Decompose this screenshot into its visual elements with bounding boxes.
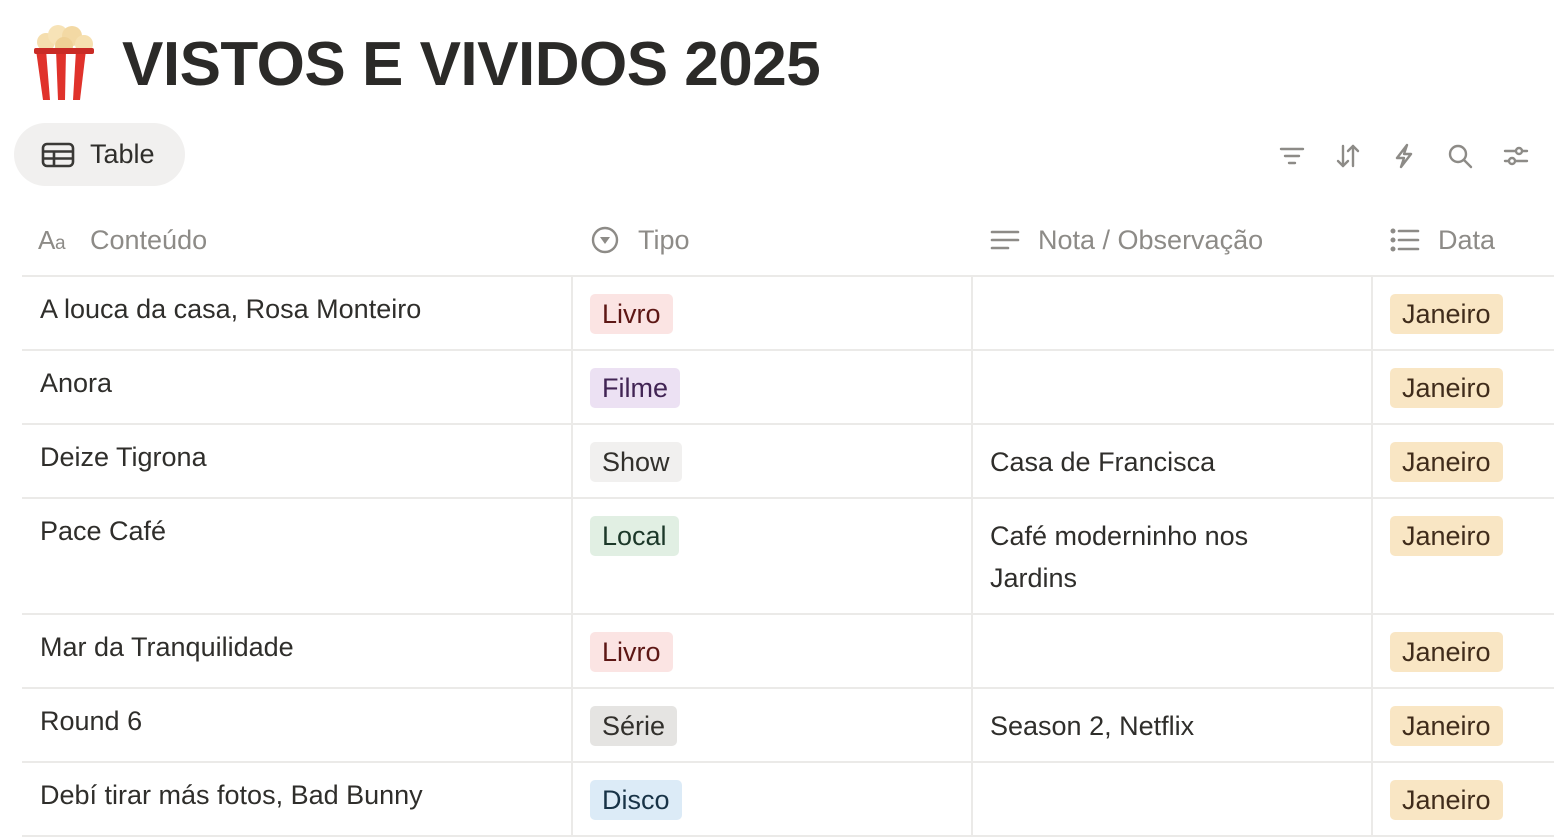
list-icon <box>1390 225 1420 255</box>
view-tab-table[interactable]: Table <box>14 123 185 186</box>
view-tab-label: Table <box>90 139 155 169</box>
column-label: Data <box>1438 224 1496 255</box>
settings-sliders-icon[interactable] <box>1500 138 1532 174</box>
column-header-conteudo[interactable]: Aa Conteúdo <box>22 205 573 275</box>
popcorn-icon[interactable] <box>32 24 96 104</box>
svg-text:a: a <box>55 233 66 253</box>
table-header: Aa Conteúdo Tipo Nota / Observação Data <box>22 205 1554 277</box>
tag-pill: Filme <box>590 368 680 408</box>
svg-text:A: A <box>38 227 56 253</box>
table-row[interactable]: Pace Café Local Café moderninho nos Jard… <box>22 499 1554 615</box>
cell-data[interactable]: Janeiro <box>1373 425 1554 497</box>
cell-nota[interactable] <box>973 277 1373 349</box>
cell-conteudo[interactable]: Debí tirar más fotos, Bad Bunny <box>22 763 573 835</box>
tag-pill: Janeiro <box>1390 442 1503 482</box>
cell-conteudo[interactable]: Pace Café <box>22 499 573 613</box>
cell-tipo[interactable]: Livro <box>573 277 973 349</box>
cell-data[interactable]: Janeiro <box>1373 499 1554 613</box>
filter-icon[interactable] <box>1276 138 1308 174</box>
tag-pill: Janeiro <box>1390 706 1503 746</box>
page: VISTOS E VIVIDOS 2025 Table A a Conteúdo… <box>0 0 1554 838</box>
cell-tipo[interactable]: Show <box>573 425 973 497</box>
table-icon <box>41 142 75 168</box>
cell-conteudo[interactable]: Round 6 <box>22 689 573 761</box>
cell-conteudo[interactable]: Deize Tigrona <box>22 425 573 497</box>
cell-data[interactable]: Janeiro <box>1373 763 1554 835</box>
cell-conteudo[interactable]: Anora <box>22 351 573 423</box>
cell-tipo[interactable]: Série <box>573 689 973 761</box>
tag-pill: Janeiro <box>1390 516 1503 556</box>
cell-tipo[interactable]: Disco <box>573 763 973 835</box>
cell-nota[interactable]: Casa de Francisca <box>973 425 1373 497</box>
select-icon <box>590 225 620 255</box>
cell-nota[interactable] <box>973 351 1373 423</box>
cell-conteudo[interactable]: A louca da casa, Rosa Monteiro <box>22 277 573 349</box>
title-row: VISTOS E VIVIDOS 2025 <box>32 22 821 106</box>
cell-nota[interactable]: Café moderninho nos Jardins <box>973 499 1373 613</box>
column-label: Tipo <box>638 224 690 255</box>
tag-pill: Disco <box>590 780 682 820</box>
table-row[interactable]: Anora Filme Janeiro <box>22 351 1554 425</box>
tag-pill: Janeiro <box>1390 632 1503 672</box>
tag-pill: Livro <box>590 294 673 334</box>
text-aa-icon: Aa <box>38 225 72 255</box>
cell-nota[interactable] <box>973 763 1373 835</box>
tag-pill: Local <box>590 516 679 556</box>
database-table: Aa Conteúdo Tipo Nota / Observação Data … <box>22 205 1554 837</box>
tag-pill: Janeiro <box>1390 780 1503 820</box>
text-lines-icon <box>990 225 1020 255</box>
lightning-icon[interactable] <box>1388 138 1420 174</box>
cell-nota[interactable] <box>973 615 1373 687</box>
table-row[interactable]: Debí tirar más fotos, Bad Bunny Disco Ja… <box>22 763 1554 837</box>
table-row[interactable]: Mar da Tranquilidade Livro Janeiro <box>22 615 1554 689</box>
column-header-nota[interactable]: Nota / Observação <box>973 205 1373 275</box>
cell-tipo[interactable]: Livro <box>573 615 973 687</box>
cell-conteudo[interactable]: Mar da Tranquilidade <box>22 615 573 687</box>
tag-pill: Livro <box>590 632 673 672</box>
table-row[interactable]: Deize Tigrona Show Casa de Francisca Jan… <box>22 425 1554 499</box>
cell-data[interactable]: Janeiro <box>1373 351 1554 423</box>
column-label: Nota / Observação <box>1038 224 1264 255</box>
toolbar <box>1252 138 1532 174</box>
table-row[interactable]: A louca da casa, Rosa Monteiro Livro Jan… <box>22 277 1554 351</box>
table-row[interactable]: Round 6 Série Season 2, Netflix Janeiro <box>22 689 1554 763</box>
column-label: Conteúdo <box>90 224 208 255</box>
cell-data[interactable]: Janeiro <box>1373 615 1554 687</box>
tag-pill: Janeiro <box>1390 368 1503 408</box>
sort-icon[interactable] <box>1332 138 1364 174</box>
tag-pill: Janeiro <box>1390 294 1503 334</box>
search-icon[interactable] <box>1444 138 1476 174</box>
tag-pill: Show <box>590 442 682 482</box>
page-title: VISTOS E VIVIDOS 2025 <box>122 29 821 99</box>
column-header-tipo[interactable]: Tipo <box>573 205 973 275</box>
cell-data[interactable]: Janeiro <box>1373 277 1554 349</box>
tag-pill: Série <box>590 706 678 746</box>
cell-nota[interactable]: Season 2, Netflix <box>973 689 1373 761</box>
cell-tipo[interactable]: Local <box>573 499 973 613</box>
cell-data[interactable]: Janeiro <box>1373 689 1554 761</box>
cell-tipo[interactable]: Filme <box>573 351 973 423</box>
column-header-data[interactable]: Data <box>1373 205 1554 275</box>
